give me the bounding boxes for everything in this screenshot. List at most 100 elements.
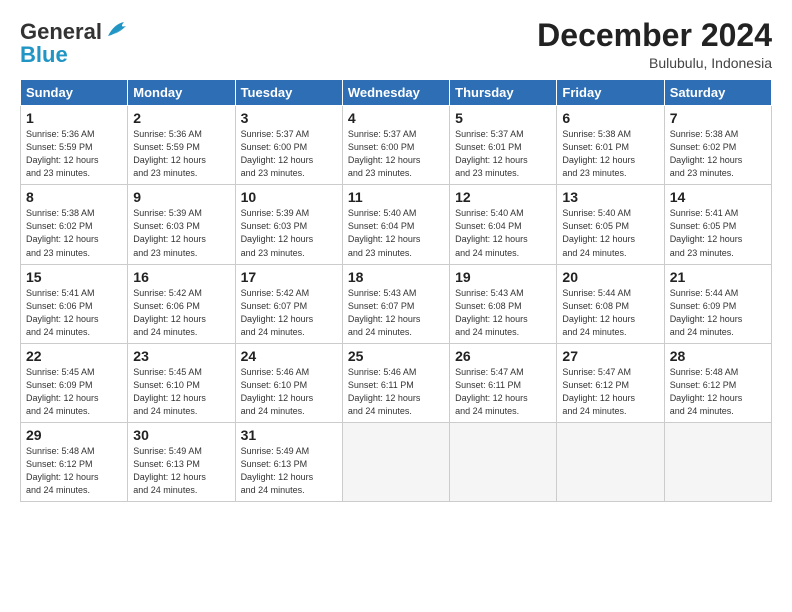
- day-info: Sunrise: 5:47 AM Sunset: 6:12 PM Dayligh…: [562, 366, 658, 418]
- table-row: 30 Sunrise: 5:49 AM Sunset: 6:13 PM Dayli…: [128, 422, 235, 501]
- table-row: 22 Sunrise: 5:45 AM Sunset: 6:09 PM Dayli…: [21, 343, 128, 422]
- day-info: Sunrise: 5:45 AM Sunset: 6:09 PM Dayligh…: [26, 366, 122, 418]
- day-number: 2: [133, 110, 229, 126]
- table-row: 14 Sunrise: 5:41 AM Sunset: 6:05 PM Dayli…: [664, 185, 771, 264]
- day-number: 24: [241, 348, 337, 364]
- day-info: Sunrise: 5:48 AM Sunset: 6:12 PM Dayligh…: [26, 445, 122, 497]
- day-info: Sunrise: 5:46 AM Sunset: 6:10 PM Dayligh…: [241, 366, 337, 418]
- day-number: 9: [133, 189, 229, 205]
- table-row: 16 Sunrise: 5:42 AM Sunset: 6:06 PM Dayli…: [128, 264, 235, 343]
- day-number: 19: [455, 269, 551, 285]
- table-row: [342, 422, 449, 501]
- day-number: 15: [26, 269, 122, 285]
- day-number: 8: [26, 189, 122, 205]
- table-row: 20 Sunrise: 5:44 AM Sunset: 6:08 PM Dayli…: [557, 264, 664, 343]
- col-monday: Monday: [128, 80, 235, 106]
- day-info: Sunrise: 5:40 AM Sunset: 6:04 PM Dayligh…: [455, 207, 551, 259]
- day-info: Sunrise: 5:39 AM Sunset: 6:03 PM Dayligh…: [133, 207, 229, 259]
- day-info: Sunrise: 5:49 AM Sunset: 6:13 PM Dayligh…: [133, 445, 229, 497]
- table-row: 4Sunrise: 5:37 AM Sunset: 6:00 PM Daylig…: [342, 106, 449, 185]
- col-saturday: Saturday: [664, 80, 771, 106]
- day-info: Sunrise: 5:47 AM Sunset: 6:11 PM Dayligh…: [455, 366, 551, 418]
- col-thursday: Thursday: [450, 80, 557, 106]
- table-row: [557, 422, 664, 501]
- table-row: 28 Sunrise: 5:48 AM Sunset: 6:12 PM Dayli…: [664, 343, 771, 422]
- day-info: Sunrise: 5:38 AM Sunset: 6:01 PM Dayligh…: [562, 128, 658, 180]
- day-info: Sunrise: 5:36 AM Sunset: 5:59 PM Dayligh…: [133, 128, 229, 180]
- day-number: 13: [562, 189, 658, 205]
- day-number: 10: [241, 189, 337, 205]
- day-info: Sunrise: 5:41 AM Sunset: 6:06 PM Dayligh…: [26, 287, 122, 339]
- day-number: 20: [562, 269, 658, 285]
- day-number: 1: [26, 110, 122, 126]
- day-info: Sunrise: 5:37 AM Sunset: 6:01 PM Dayligh…: [455, 128, 551, 180]
- table-row: 9 Sunrise: 5:39 AM Sunset: 6:03 PM Daylig…: [128, 185, 235, 264]
- day-number: 23: [133, 348, 229, 364]
- month-title: December 2024: [537, 18, 772, 53]
- location: Bulubulu, Indonesia: [537, 55, 772, 71]
- table-row: 25 Sunrise: 5:46 AM Sunset: 6:11 PM Dayli…: [342, 343, 449, 422]
- table-row: 29 Sunrise: 5:48 AM Sunset: 6:12 PM Dayli…: [21, 422, 128, 501]
- day-number: 28: [670, 348, 766, 364]
- day-number: 29: [26, 427, 122, 443]
- day-number: 12: [455, 189, 551, 205]
- day-number: 7: [670, 110, 766, 126]
- logo-blue: Blue: [20, 42, 68, 68]
- table-row: 6 Sunrise: 5:38 AM Sunset: 6:01 PM Daylig…: [557, 106, 664, 185]
- day-info: Sunrise: 5:41 AM Sunset: 6:05 PM Dayligh…: [670, 207, 766, 259]
- calendar-week-2: 8 Sunrise: 5:38 AM Sunset: 6:02 PM Daylig…: [21, 185, 772, 264]
- logo-bird-icon: [104, 18, 132, 46]
- col-sunday: Sunday: [21, 80, 128, 106]
- table-row: 12 Sunrise: 5:40 AM Sunset: 6:04 PM Dayli…: [450, 185, 557, 264]
- calendar-week-4: 22 Sunrise: 5:45 AM Sunset: 6:09 PM Dayli…: [21, 343, 772, 422]
- day-info: Sunrise: 5:48 AM Sunset: 6:12 PM Dayligh…: [670, 366, 766, 418]
- table-row: 23 Sunrise: 5:45 AM Sunset: 6:10 PM Dayli…: [128, 343, 235, 422]
- day-info: Sunrise: 5:42 AM Sunset: 6:07 PM Dayligh…: [241, 287, 337, 339]
- day-number: 21: [670, 269, 766, 285]
- day-info: Sunrise: 5:38 AM Sunset: 6:02 PM Dayligh…: [26, 207, 122, 259]
- table-row: 15 Sunrise: 5:41 AM Sunset: 6:06 PM Dayli…: [21, 264, 128, 343]
- day-info: Sunrise: 5:46 AM Sunset: 6:11 PM Dayligh…: [348, 366, 444, 418]
- calendar-table: Sunday Monday Tuesday Wednesday Thursday…: [20, 79, 772, 502]
- day-info: Sunrise: 5:40 AM Sunset: 6:04 PM Dayligh…: [348, 207, 444, 259]
- logo: General Blue: [20, 18, 132, 68]
- day-number: 16: [133, 269, 229, 285]
- table-row: 19 Sunrise: 5:43 AM Sunset: 6:08 PM Dayli…: [450, 264, 557, 343]
- table-row: [450, 422, 557, 501]
- table-row: 8 Sunrise: 5:38 AM Sunset: 6:02 PM Daylig…: [21, 185, 128, 264]
- col-friday: Friday: [557, 80, 664, 106]
- header-row: Sunday Monday Tuesday Wednesday Thursday…: [21, 80, 772, 106]
- day-number: 14: [670, 189, 766, 205]
- day-number: 31: [241, 427, 337, 443]
- day-info: Sunrise: 5:37 AM Sunset: 6:00 PM Dayligh…: [241, 128, 337, 180]
- day-number: 17: [241, 269, 337, 285]
- day-info: Sunrise: 5:39 AM Sunset: 6:03 PM Dayligh…: [241, 207, 337, 259]
- calendar-week-1: 1 Sunrise: 5:36 AM Sunset: 5:59 PM Daylig…: [21, 106, 772, 185]
- day-number: 26: [455, 348, 551, 364]
- day-number: 6: [562, 110, 658, 126]
- calendar-week-5: 29 Sunrise: 5:48 AM Sunset: 6:12 PM Dayli…: [21, 422, 772, 501]
- day-number: 25: [348, 348, 444, 364]
- day-info: Sunrise: 5:42 AM Sunset: 6:06 PM Dayligh…: [133, 287, 229, 339]
- table-row: 17 Sunrise: 5:42 AM Sunset: 6:07 PM Dayli…: [235, 264, 342, 343]
- day-info: Sunrise: 5:40 AM Sunset: 6:05 PM Dayligh…: [562, 207, 658, 259]
- table-row: 10 Sunrise: 5:39 AM Sunset: 6:03 PM Dayli…: [235, 185, 342, 264]
- table-row: 3Sunrise: 5:37 AM Sunset: 6:00 PM Daylig…: [235, 106, 342, 185]
- day-info: Sunrise: 5:43 AM Sunset: 6:07 PM Dayligh…: [348, 287, 444, 339]
- day-number: 30: [133, 427, 229, 443]
- day-info: Sunrise: 5:44 AM Sunset: 6:09 PM Dayligh…: [670, 287, 766, 339]
- title-area: December 2024 Bulubulu, Indonesia: [537, 18, 772, 71]
- day-info: Sunrise: 5:44 AM Sunset: 6:08 PM Dayligh…: [562, 287, 658, 339]
- day-info: Sunrise: 5:43 AM Sunset: 6:08 PM Dayligh…: [455, 287, 551, 339]
- day-info: Sunrise: 5:45 AM Sunset: 6:10 PM Dayligh…: [133, 366, 229, 418]
- col-tuesday: Tuesday: [235, 80, 342, 106]
- table-row: 27Sunrise: 5:47 AM Sunset: 6:12 PM Dayli…: [557, 343, 664, 422]
- day-number: 22: [26, 348, 122, 364]
- day-number: 5: [455, 110, 551, 126]
- table-row: 11Sunrise: 5:40 AM Sunset: 6:04 PM Dayli…: [342, 185, 449, 264]
- day-info: Sunrise: 5:38 AM Sunset: 6:02 PM Dayligh…: [670, 128, 766, 180]
- day-info: Sunrise: 5:36 AM Sunset: 5:59 PM Dayligh…: [26, 128, 122, 180]
- table-row: 24 Sunrise: 5:46 AM Sunset: 6:10 PM Dayli…: [235, 343, 342, 422]
- day-info: Sunrise: 5:49 AM Sunset: 6:13 PM Dayligh…: [241, 445, 337, 497]
- header: General Blue December 2024 Bulubulu, Ind…: [20, 18, 772, 71]
